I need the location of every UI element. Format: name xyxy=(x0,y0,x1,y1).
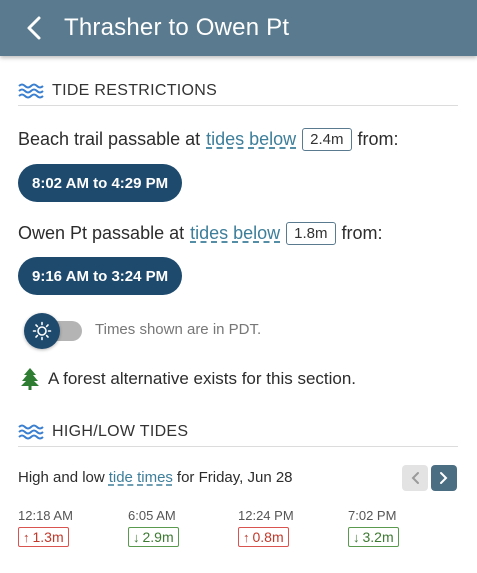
tide-entry: 12:24 PM ↑ 0.8m xyxy=(238,508,338,547)
tide-time: 12:18 AM xyxy=(18,508,73,523)
from-label: from: xyxy=(341,223,383,243)
tide-height-badge: ↓ 3.2m xyxy=(348,527,399,547)
tide-entry: 7:02 PM ↓ 3.2m xyxy=(348,508,448,547)
arrow-up-icon: ↑ xyxy=(243,529,250,545)
tide-day-line: High and low tide times for Friday, Jun 28 xyxy=(18,469,293,486)
tide-restrictions-heading: TIDE RESTRICTIONS xyxy=(18,77,458,106)
chevron-left-icon xyxy=(411,472,419,484)
chevron-left-icon xyxy=(27,16,41,40)
from-label: from: xyxy=(357,129,399,149)
theme-toggle[interactable] xyxy=(24,313,60,349)
tide-time: 7:02 PM xyxy=(348,508,397,523)
tides-below-link[interactable]: tides below xyxy=(206,129,296,150)
high-low-tides-heading: HIGH/LOW TIDES xyxy=(18,418,458,447)
tide-height-value: 0.8m xyxy=(252,529,284,545)
tide-height-value: 3.2m xyxy=(362,529,394,545)
waves-icon xyxy=(18,424,44,440)
sun-icon xyxy=(32,321,52,341)
waves-icon xyxy=(18,83,44,99)
owen-pt-text: Owen Pt passable at xyxy=(18,223,185,243)
tide-height-value: 2.9m xyxy=(142,529,174,545)
day-prefix: High and low xyxy=(18,469,105,486)
page-title: Thrasher to Owen Pt xyxy=(64,14,290,41)
tide-height-value: 1.3m xyxy=(32,529,64,545)
owen-time-window: 9:16 AM to 3:24 PM xyxy=(18,257,183,295)
tide-entry: 6:05 AM ↓ 2.9m xyxy=(128,508,228,547)
forest-text: A forest alternative exists for this sec… xyxy=(48,369,357,388)
arrow-up-icon: ↑ xyxy=(23,529,30,545)
back-button[interactable] xyxy=(10,0,58,56)
owen-pt-line: Owen Pt passable at tides below 1.8m fro… xyxy=(18,222,383,245)
section-label: HIGH/LOW TIDES xyxy=(52,423,189,440)
tide-time: 12:24 PM xyxy=(238,508,294,523)
next-day-button[interactable] xyxy=(431,465,457,491)
tide-time: 6:05 AM xyxy=(128,508,176,523)
chevron-right-icon xyxy=(440,472,448,484)
beach-trail-line: Beach trail passable at tides below 2.4m… xyxy=(18,128,399,151)
tide-times-link[interactable]: tide times xyxy=(109,469,173,486)
arrow-down-icon: ↓ xyxy=(353,529,360,545)
beach-tide-height: 2.4m xyxy=(302,128,352,151)
beach-trail-text: Beach trail passable at xyxy=(18,129,201,149)
app-header: Thrasher to Owen Pt xyxy=(0,0,477,56)
previous-day-button[interactable] xyxy=(402,465,428,491)
forest-alternative-note: A forest alternative exists for this sec… xyxy=(20,368,356,390)
tide-height-badge: ↓ 2.9m xyxy=(128,527,179,547)
section-label: TIDE RESTRICTIONS xyxy=(52,82,218,99)
timezone-note: Times shown are in PDT. xyxy=(95,321,262,338)
tide-height-badge: ↑ 0.8m xyxy=(238,527,289,547)
tide-entry: 12:18 AM ↑ 1.3m xyxy=(18,508,118,547)
arrow-down-icon: ↓ xyxy=(133,529,140,545)
tree-icon xyxy=(21,368,39,390)
owen-tide-height: 1.8m xyxy=(286,222,336,245)
tides-below-link[interactable]: tides below xyxy=(190,223,280,244)
beach-time-window: 8:02 AM to 4:29 PM xyxy=(18,164,183,202)
tide-height-badge: ↑ 1.3m xyxy=(18,527,69,547)
day-label: for Friday, Jun 28 xyxy=(176,469,293,486)
